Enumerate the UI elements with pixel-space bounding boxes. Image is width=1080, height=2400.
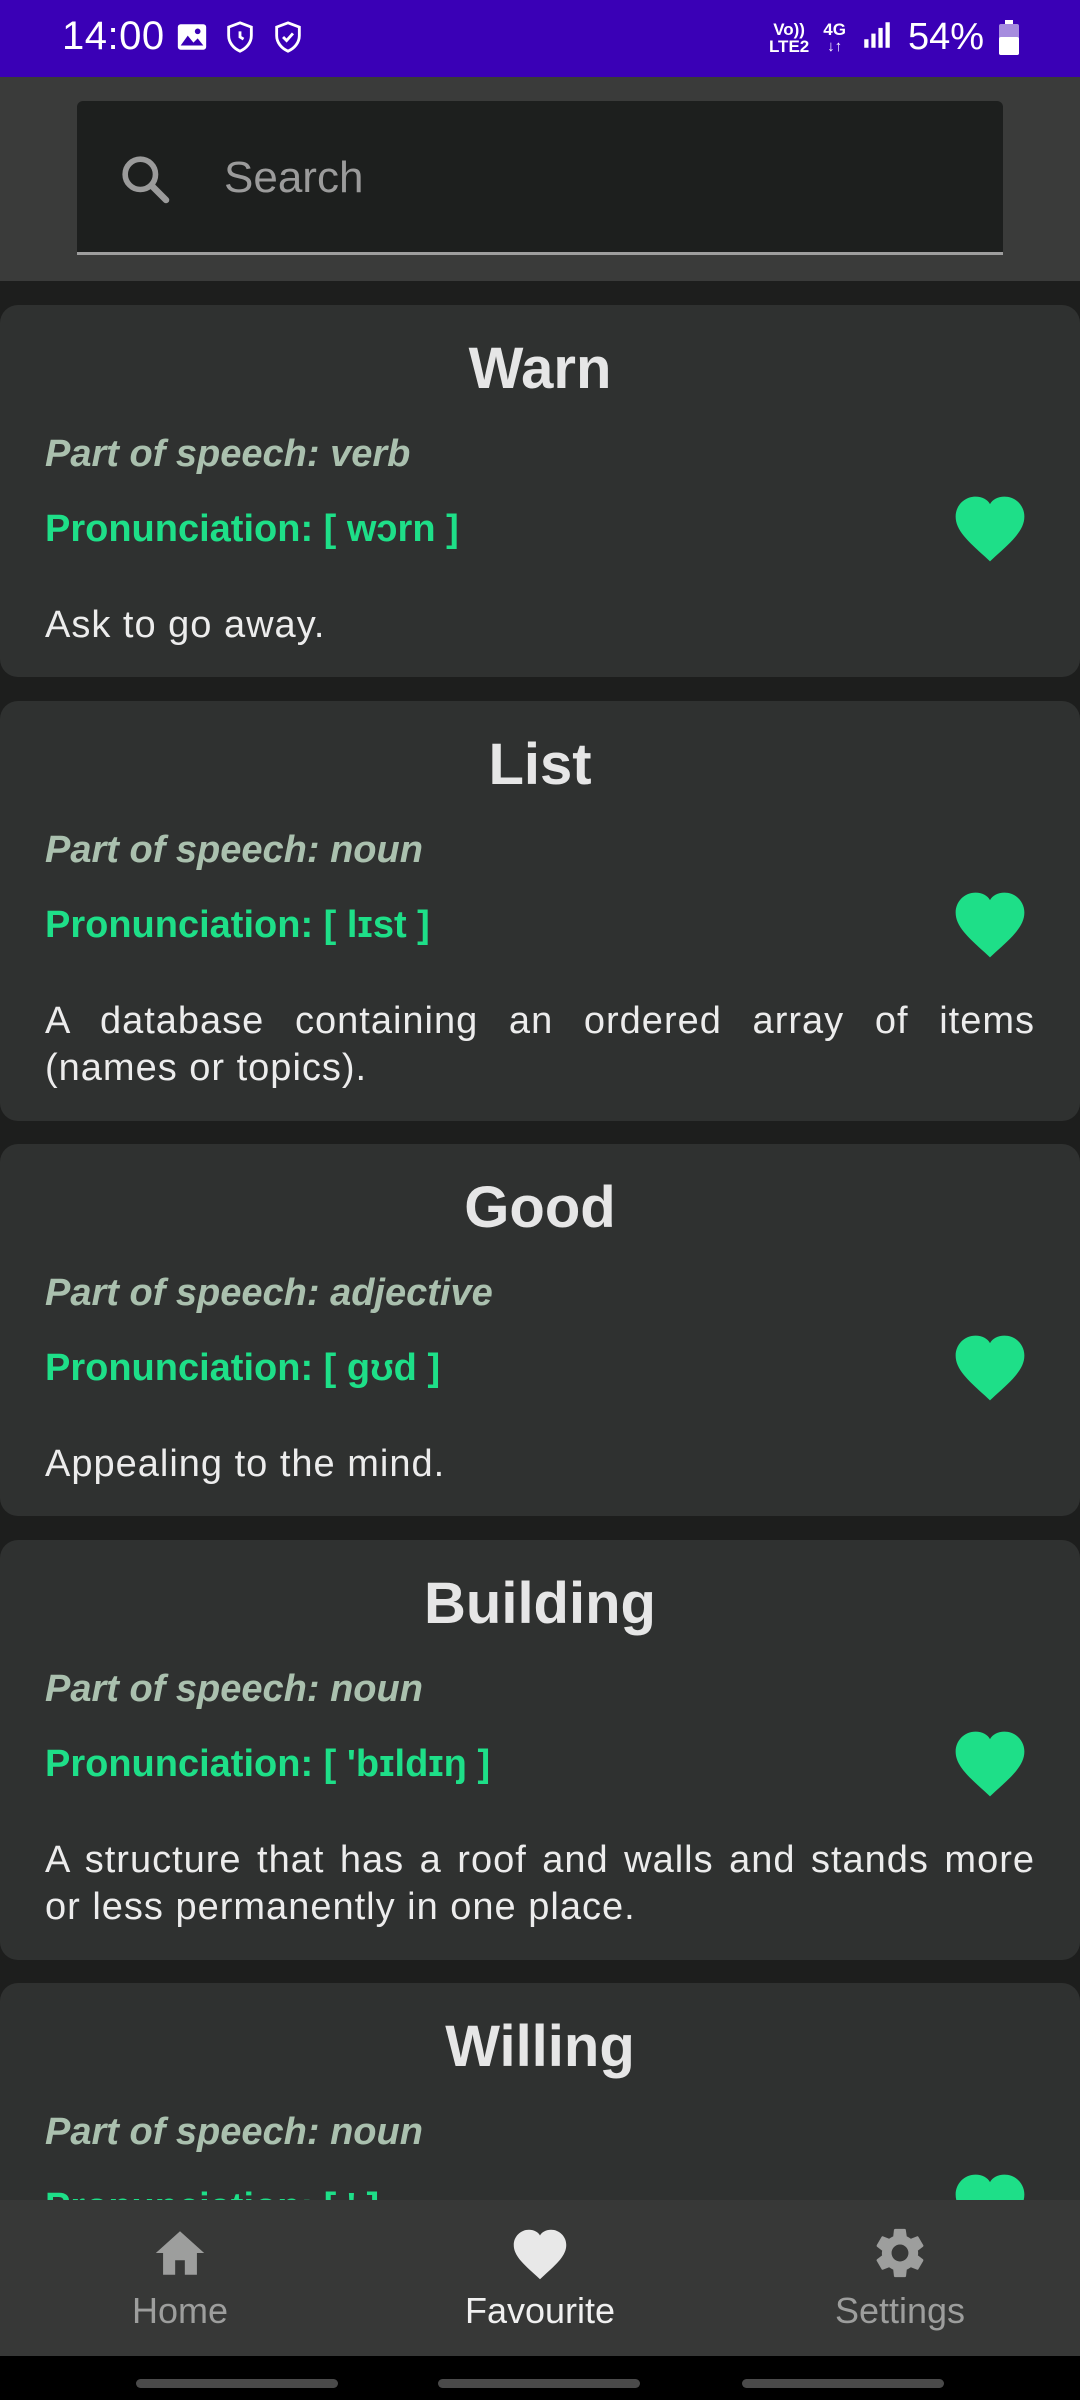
gesture-handle-center[interactable] bbox=[438, 2379, 640, 2388]
status-time: 14:00 bbox=[62, 14, 165, 58]
word-card[interactable]: List Part of speech: noun Pronunciation:… bbox=[0, 701, 1080, 1121]
favourite-heart-icon[interactable] bbox=[950, 887, 1030, 959]
shield-clock-icon bbox=[223, 20, 257, 54]
signal-icon bbox=[860, 18, 894, 57]
word-card[interactable]: Warn Part of speech: verb Pronunciation:… bbox=[0, 305, 1080, 677]
nav-favourite-label: Favourite bbox=[464, 2290, 616, 2331]
part-of-speech: Part of speech: verb bbox=[45, 433, 411, 475]
definition: Ask to go away. bbox=[45, 604, 326, 646]
word-title: List bbox=[488, 732, 592, 797]
gallery-icon bbox=[175, 20, 209, 54]
search-input[interactable] bbox=[222, 141, 982, 215]
search-icon[interactable] bbox=[117, 151, 173, 207]
notification-icons bbox=[175, 20, 305, 54]
shield-check-icon bbox=[271, 20, 305, 54]
heart-icon[interactable] bbox=[510, 2224, 570, 2282]
nav-settings[interactable]: Settings bbox=[720, 2224, 1080, 2344]
favourite-heart-icon[interactable] bbox=[950, 2169, 1030, 2200]
pronunciation: Pronunciation: [ wɔrn ] bbox=[45, 508, 459, 550]
battery-icon bbox=[998, 19, 1020, 56]
word-card[interactable]: Building Part of speech: noun Pronunciat… bbox=[0, 1540, 1080, 1960]
part-of-speech: Part of speech: noun bbox=[45, 2111, 423, 2153]
status-bar: 14:00 Vo)) LTE2 4G ↓↑ 54% bbox=[0, 0, 1080, 77]
gesture-handle-right[interactable] bbox=[742, 2379, 944, 2388]
part-of-speech: Part of speech: noun bbox=[45, 1668, 423, 1710]
word-title: Good bbox=[464, 1175, 616, 1240]
word-card[interactable]: Willing Part of speech: noun Pronunciati… bbox=[0, 1983, 1080, 2200]
word-card[interactable]: Good Part of speech: adjective Pronuncia… bbox=[0, 1144, 1080, 1516]
volte-indicator: Vo)) LTE2 bbox=[768, 19, 810, 56]
battery-percent: 54% bbox=[907, 16, 984, 58]
gear-icon[interactable] bbox=[870, 2224, 930, 2282]
nav-favourite[interactable]: Favourite bbox=[360, 2224, 720, 2344]
favourite-heart-icon[interactable] bbox=[950, 1726, 1030, 1798]
nav-home-label: Home bbox=[131, 2290, 229, 2331]
status-right: Vo)) LTE2 4G ↓↑ 54% bbox=[769, 16, 1020, 59]
word-title: Willing bbox=[445, 2014, 635, 2079]
pronunciation: Pronunciation: [ ' ] bbox=[45, 2186, 379, 2200]
nav-home[interactable]: Home bbox=[0, 2224, 360, 2344]
pronunciation: Pronunciation: [ lɪst ] bbox=[45, 904, 430, 946]
definition: Appealing to the mind. bbox=[45, 1443, 446, 1485]
definition: A database containing an ordered array o… bbox=[45, 1000, 1035, 1089]
favourite-heart-icon[interactable] bbox=[950, 491, 1030, 563]
gesture-handle-left[interactable] bbox=[136, 2379, 338, 2388]
data-arrows-icon: ↓↑ bbox=[827, 37, 843, 55]
favourite-heart-icon[interactable] bbox=[950, 1330, 1030, 1402]
gesture-navigation-bar bbox=[0, 2356, 1080, 2400]
search-bar-container bbox=[0, 77, 1080, 281]
home-icon[interactable] bbox=[150, 2224, 210, 2282]
nav-settings-label: Settings bbox=[834, 2290, 966, 2331]
favourite-word-list[interactable]: Warn Part of speech: verb Pronunciation:… bbox=[0, 281, 1080, 2200]
part-of-speech: Part of speech: adjective bbox=[45, 1272, 493, 1314]
definition: A structure that has a roof and walls an… bbox=[45, 1839, 1035, 1928]
word-title: Warn bbox=[468, 336, 612, 401]
search-field[interactable] bbox=[77, 101, 1003, 255]
part-of-speech: Part of speech: noun bbox=[45, 829, 423, 871]
pronunciation: Pronunciation: [ 'bɪldɪŋ ] bbox=[45, 1743, 491, 1785]
bottom-navigation: Home Favourite Settings bbox=[0, 2200, 1080, 2356]
pronunciation: Pronunciation: [ gʊd ] bbox=[45, 1347, 441, 1389]
word-title: Building bbox=[424, 1571, 656, 1636]
network-type: 4G ↓↑ bbox=[823, 19, 846, 55]
